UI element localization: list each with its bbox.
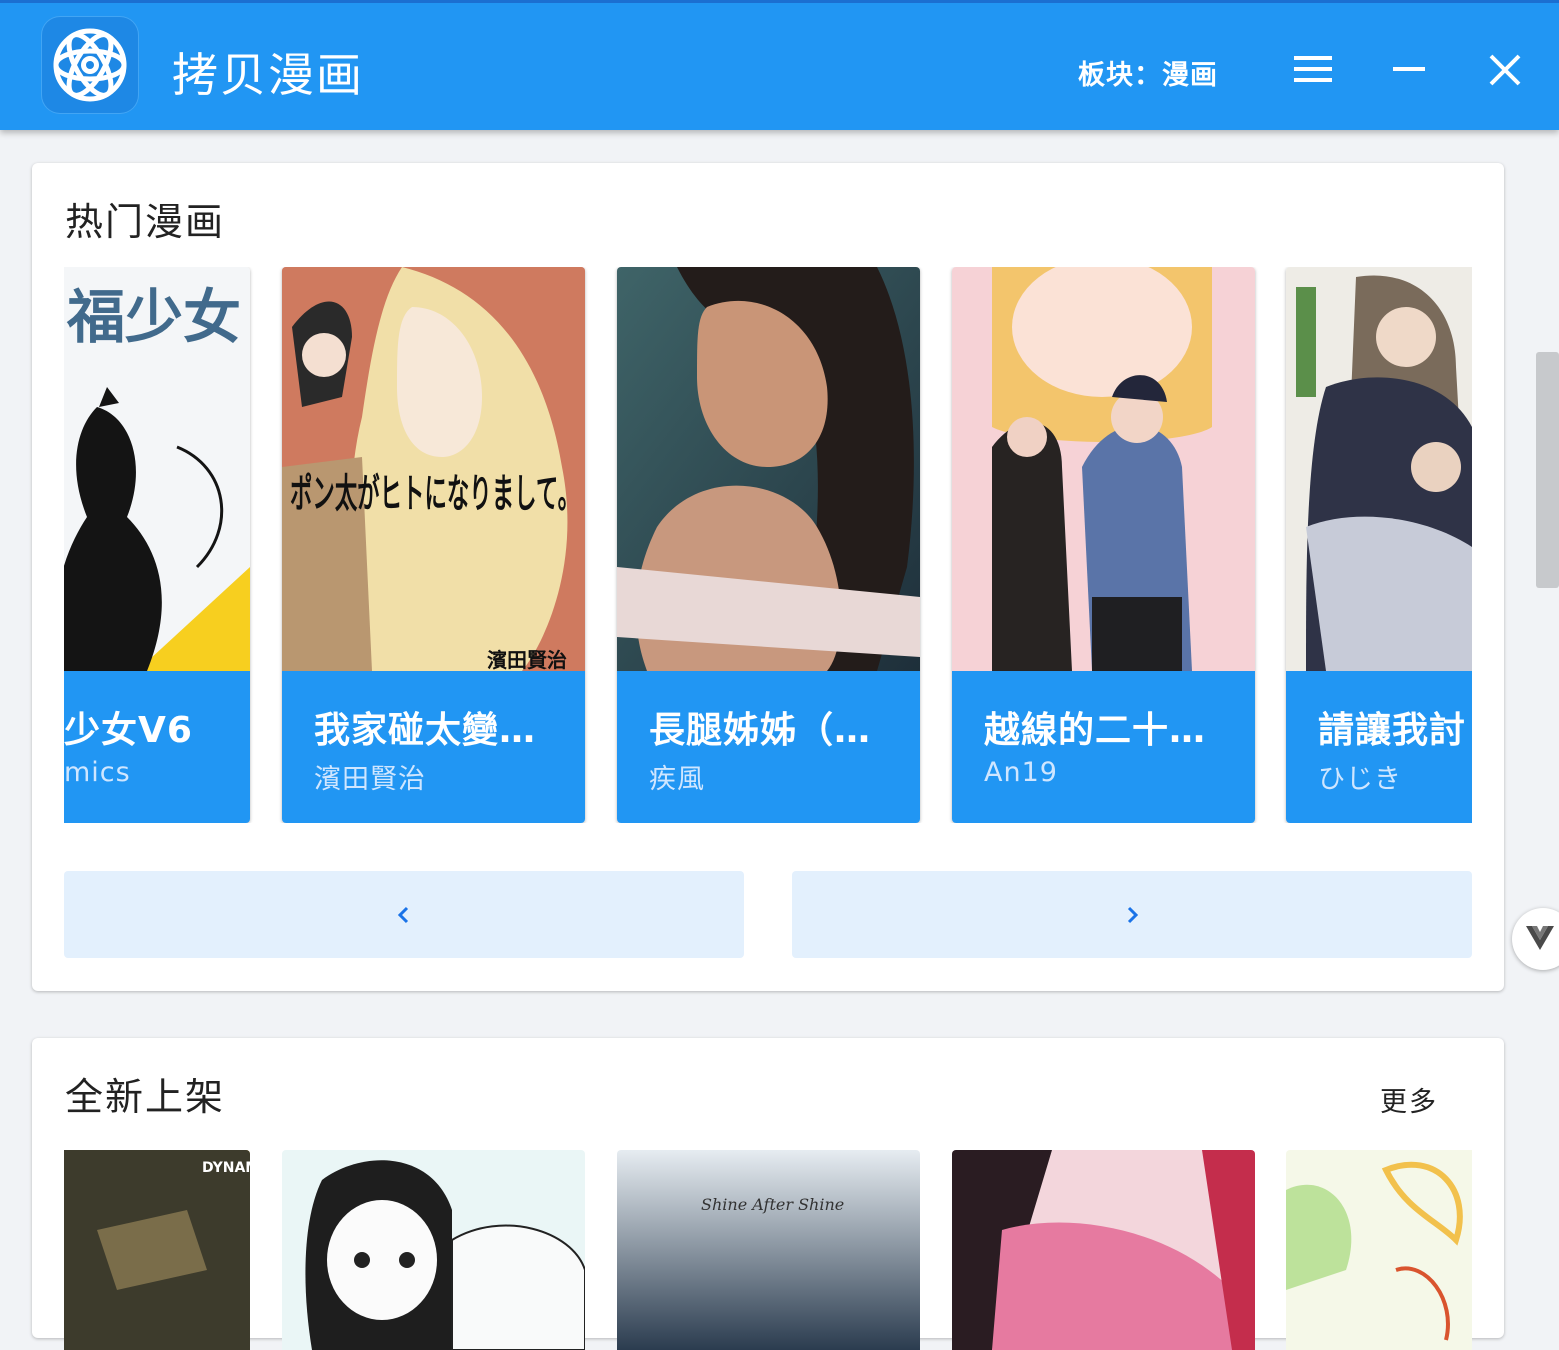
comic-cover[interactable]: Shine After Shine <box>617 1150 920 1350</box>
comic-author: An19 <box>984 757 1058 788</box>
comic-cover[interactable] <box>1286 1150 1472 1350</box>
more-link[interactable]: 更多 <box>1380 1080 1438 1119</box>
comic-cover <box>952 267 1255 671</box>
comic-title: 我家碰太變… <box>314 710 537 751</box>
comic-title: 少女V6 <box>64 710 193 751</box>
cover-text: 福少女 <box>66 283 241 351</box>
comic-author: mics <box>64 757 131 788</box>
comic-carousel: 福少女 少女V6 mics ポン太がヒトになりまして。 濱田賢治 我家碰太變… … <box>64 267 1472 823</box>
comic-author: 疾風 <box>649 764 705 795</box>
vue-devtools-button[interactable] <box>1512 908 1559 970</box>
close-icon[interactable] <box>1482 47 1528 93</box>
cover-text: Shine After Shine <box>701 1195 844 1214</box>
minimize-icon[interactable] <box>1386 47 1432 93</box>
comic-card[interactable]: 請讓我討 ひじき <box>1286 267 1472 823</box>
new-release-row: DYNAMITE Shine <box>64 1150 1472 1350</box>
app-logo-icon <box>42 17 138 113</box>
comic-card[interactable]: 越線的二十… An19 <box>952 267 1255 823</box>
comic-cover[interactable]: DYNAMITE <box>64 1150 250 1350</box>
comic-card[interactable]: ポン太がヒトになりまして。 濱田賢治 我家碰太變… 濱田賢治 <box>282 267 585 823</box>
carousel-next-button[interactable] <box>792 871 1472 958</box>
new-release-section: 全新上架 更多 DYNAMITE <box>32 1038 1504 1350</box>
title-bar: 拷贝漫画 板块：漫画 <box>0 0 1559 130</box>
section-selector[interactable]: 板块：漫画 <box>1078 53 1218 92</box>
app-title: 拷贝漫画 <box>172 48 364 102</box>
vue-logo-icon <box>1526 926 1554 950</box>
comic-card[interactable]: 福少女 少女V6 mics <box>64 267 250 823</box>
comic-title: 請讓我討 <box>1318 710 1467 751</box>
comic-cover <box>617 267 920 671</box>
chevron-right-icon <box>1127 906 1139 924</box>
carousel-prev-button[interactable] <box>64 871 744 958</box>
menu-icon[interactable] <box>1290 47 1336 93</box>
comic-title: 長腿姊姊（… <box>649 710 872 751</box>
comic-cover[interactable] <box>282 1150 585 1350</box>
comic-cover <box>1286 267 1472 671</box>
comic-cover[interactable] <box>952 1150 1255 1350</box>
scrollbar-thumb[interactable] <box>1536 352 1559 588</box>
cover-author-text: 濱田賢治 <box>487 648 567 671</box>
comic-cover: 福少女 <box>64 267 250 671</box>
hot-comics-section: 热门漫画 福少女 少女V6 mics ポン太がヒトになりまして。 濱田賢治 我家… <box>32 163 1504 991</box>
cover-text: ポン太がヒトになりまして。 <box>290 471 580 517</box>
cover-text: DYNAMITE <box>202 1160 250 1176</box>
section-title: 全新上架 <box>65 1075 226 1119</box>
comic-title: 越線的二十… <box>984 710 1207 751</box>
section-title: 热门漫画 <box>65 200 226 244</box>
comic-author: 濱田賢治 <box>314 764 426 795</box>
comic-author: ひじき <box>1318 764 1402 795</box>
chevron-left-icon <box>397 906 409 924</box>
comic-cover: ポン太がヒトになりまして。 濱田賢治 <box>282 267 585 671</box>
comic-card[interactable]: 長腿姊姊（… 疾風 <box>617 267 920 823</box>
